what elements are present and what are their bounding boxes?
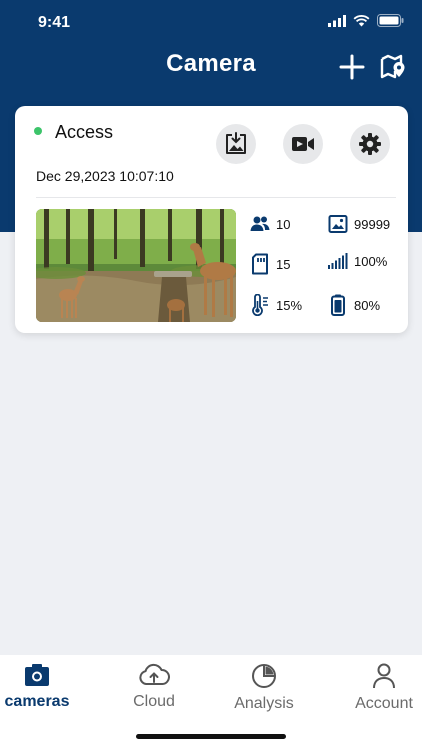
photos-count: 99999 <box>354 216 391 232</box>
battery-stat: 80% <box>328 294 380 316</box>
status-time: 9:41 <box>38 14 71 31</box>
download-photos-button[interactable] <box>216 124 256 164</box>
settings-button[interactable] <box>350 124 390 164</box>
online-status-dot <box>34 127 42 135</box>
image-download-icon <box>226 132 246 154</box>
tab-cameras[interactable]: cameras <box>0 663 87 711</box>
tab-account[interactable]: Account <box>334 663 422 713</box>
gear-icon <box>359 133 381 155</box>
signal-stat: 100% <box>328 253 387 269</box>
temperature-stat: 15% <box>250 294 302 316</box>
thermometer-icon <box>252 294 268 316</box>
sd-card-value: 15 <box>276 256 291 272</box>
people-count: 10 <box>276 216 291 232</box>
tab-label-cameras: cameras <box>4 693 70 710</box>
camera-card[interactable]: Access Dec 29,2023 10:07:10 10 99999 15 … <box>15 106 408 333</box>
status-bar: 9:41 <box>0 0 422 46</box>
temperature-value: 15% <box>276 297 303 313</box>
sd-card-stat: 15 <box>250 253 290 275</box>
person-icon <box>373 663 395 689</box>
map-pin-icon[interactable] <box>380 53 406 81</box>
card-divider <box>36 197 396 198</box>
status-icons <box>328 14 404 27</box>
photos-stat: 99999 <box>328 214 390 234</box>
signal-bars-icon <box>328 253 348 269</box>
people-icon <box>250 216 270 231</box>
home-indicator <box>136 734 286 739</box>
tab-label-account: Account <box>355 695 413 712</box>
video-camera-icon <box>292 137 314 151</box>
cellular-signal-icon <box>328 14 346 27</box>
battery-status-icon <box>377 14 404 27</box>
camera-icon <box>25 664 49 686</box>
battery-value: 80% <box>354 297 381 313</box>
video-button[interactable] <box>283 124 323 164</box>
people-stat: 10 <box>250 214 290 234</box>
camera-datetime: Dec 29,2023 10:07:10 <box>36 168 174 184</box>
wifi-icon <box>353 14 370 26</box>
signal-value: 100% <box>354 253 388 269</box>
tab-label-analysis: Analysis <box>234 695 294 712</box>
battery-icon <box>331 294 345 316</box>
camera-name: Access <box>55 122 114 142</box>
tab-cloud[interactable]: Cloud <box>104 663 204 711</box>
cloud-upload-icon <box>139 663 170 685</box>
add-icon[interactable] <box>339 54 365 80</box>
camera-snapshot[interactable] <box>36 209 236 322</box>
tab-label-cloud: Cloud <box>133 693 175 710</box>
sd-card-icon <box>252 253 268 275</box>
tab-analysis[interactable]: Analysis <box>214 663 314 713</box>
image-icon <box>328 215 348 233</box>
pie-chart-icon <box>252 664 276 688</box>
